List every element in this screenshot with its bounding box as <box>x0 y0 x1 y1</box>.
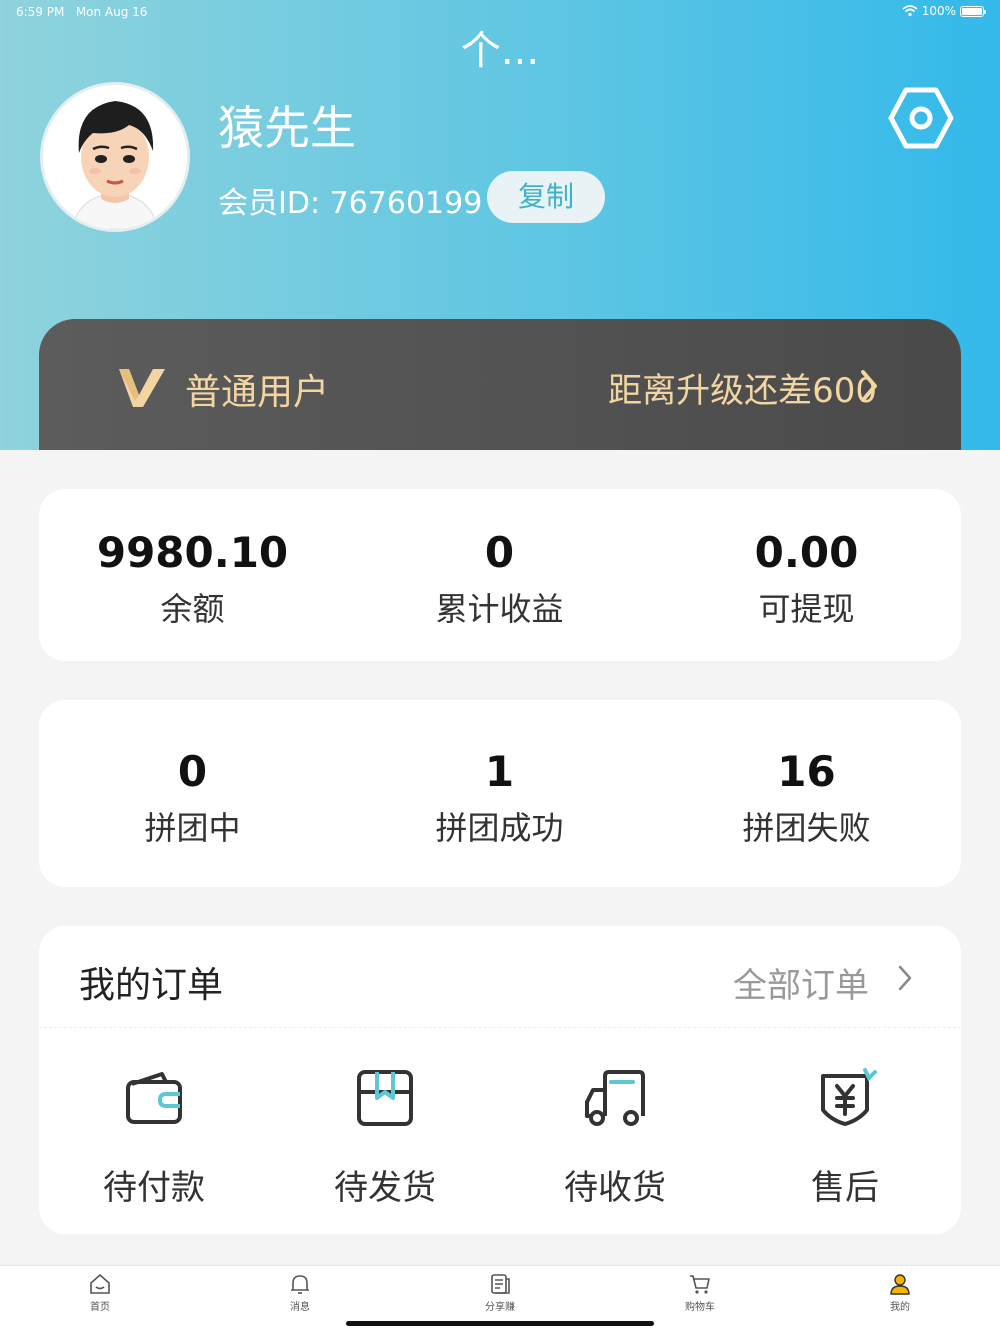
stat-value: 16 <box>777 747 836 796</box>
group-success[interactable]: 1 拼团成功 <box>346 748 653 848</box>
stat-value: 0 <box>484 528 515 577</box>
order-pending-payment[interactable]: 待付款 <box>74 1066 234 1209</box>
vip-level: 普通用户 <box>185 372 330 413</box>
stat-label: 累计收益 <box>435 590 564 628</box>
order-label: 待付款 <box>103 1168 205 1208</box>
order-label: 待发货 <box>334 1168 436 1208</box>
truck-icon <box>585 1070 645 1126</box>
home-indicator <box>346 1321 654 1326</box>
page-title: 个... <box>460 28 540 74</box>
stat-total-earnings[interactable]: 0 累计收益 <box>346 529 653 629</box>
group-in-progress[interactable]: 0 拼团中 <box>39 748 346 848</box>
member-id: 会员ID: 76760199 <box>218 186 483 221</box>
stat-value: 0.00 <box>754 528 859 577</box>
tab-cart[interactable]: 购物车 <box>650 1272 750 1313</box>
user-name: 猿先生 <box>218 101 356 155</box>
all-orders-link[interactable]: 全部订单 <box>733 958 869 1007</box>
cart-icon <box>690 1275 710 1294</box>
orders-title: 我的订单 <box>79 965 224 1006</box>
tab-messages[interactable]: 消息 <box>250 1272 350 1313</box>
chevron-right-icon <box>861 370 877 402</box>
status-time: 6:59 PM Mon Aug 16 <box>16 5 148 19</box>
divider <box>39 1027 961 1028</box>
wallet-icon <box>126 1072 182 1124</box>
tab-share-earn[interactable]: 分享赚 <box>450 1272 550 1313</box>
vip-card[interactable]: 普通用户 距离升级还差600 <box>39 319 961 450</box>
stat-balance[interactable]: 9980.10 余额 <box>39 529 346 629</box>
chevron-right-icon[interactable] <box>897 964 913 992</box>
vip-logo-icon <box>119 369 165 407</box>
group-failed[interactable]: 16 拼团失败 <box>653 748 960 848</box>
group-buy-card: 0 拼团中 1 拼团成功 16 拼团失败 <box>39 700 961 887</box>
order-label: 待收货 <box>564 1168 666 1208</box>
user-icon <box>890 1274 910 1295</box>
tab-label: 购物车 <box>685 1302 715 1313</box>
stat-label: 可提现 <box>758 590 855 628</box>
balance-card: 9980.10 余额 0 累计收益 0.00 可提现 <box>39 489 961 661</box>
order-pending-receipt[interactable]: 待收货 <box>535 1066 695 1209</box>
stat-label: 拼团失败 <box>742 809 871 847</box>
tab-label: 分享赚 <box>485 1302 515 1313</box>
yuan-shield-icon <box>821 1068 877 1126</box>
orders-card: 我的订单 全部订单 待付款 待发货 待收货 售后 <box>39 926 961 1234</box>
status-indicators: 100% <box>902 4 986 18</box>
package-icon <box>357 1070 413 1126</box>
stat-withdrawable[interactable]: 0.00 可提现 <box>653 529 960 629</box>
order-label: 售后 <box>811 1168 879 1208</box>
stat-label: 拼团成功 <box>435 809 564 847</box>
order-pending-shipment[interactable]: 待发货 <box>305 1066 465 1209</box>
vip-upgrade-text: 距离升级还差600 <box>608 371 877 411</box>
avatar[interactable] <box>40 82 190 232</box>
settings-icon[interactable] <box>888 86 954 150</box>
document-icon <box>491 1274 510 1294</box>
tab-profile[interactable]: 我的 <box>850 1272 950 1313</box>
tab-label: 我的 <box>890 1302 910 1313</box>
battery-percent: 100% <box>921 4 956 18</box>
copy-button[interactable]: 复制 <box>487 171 605 223</box>
tab-home[interactable]: 首页 <box>50 1272 150 1313</box>
bell-icon <box>291 1275 309 1294</box>
stat-value: 0 <box>177 747 208 796</box>
stat-value: 9980.10 <box>96 528 289 577</box>
stat-label: 拼团中 <box>144 809 241 847</box>
stat-value: 1 <box>484 747 515 796</box>
tab-label: 首页 <box>90 1302 110 1313</box>
home-icon <box>90 1274 110 1294</box>
battery-icon <box>960 5 986 17</box>
order-after-sales[interactable]: 售后 <box>765 1066 925 1209</box>
stat-label: 余额 <box>160 590 225 628</box>
tab-label: 消息 <box>290 1302 310 1313</box>
wifi-icon <box>902 5 918 17</box>
